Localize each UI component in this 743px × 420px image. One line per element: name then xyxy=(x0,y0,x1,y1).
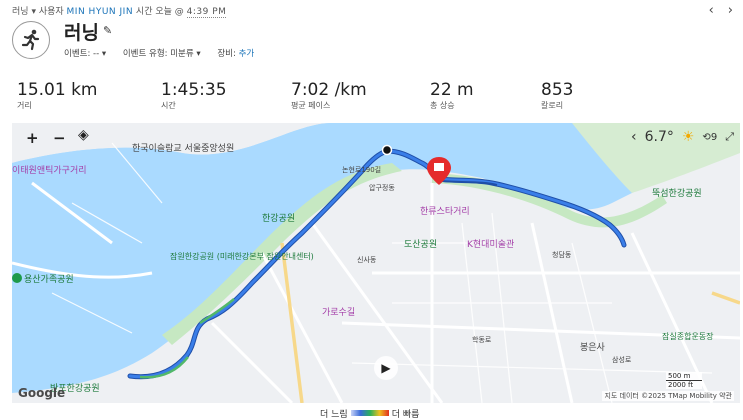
temperature: 6.7° xyxy=(644,129,674,145)
time-prefix: 시간 오늘 @ xyxy=(135,7,184,17)
map-label-jamsil: 잠실종합운동장 xyxy=(662,332,714,341)
gear-add-link[interactable]: 추가 xyxy=(239,49,255,59)
pace-gradient-bar xyxy=(350,410,389,416)
previous-icon[interactable]: ‹ xyxy=(709,3,714,18)
layers-icon[interactable]: ◈ xyxy=(78,127,89,143)
stat-value: 22 m xyxy=(430,80,474,100)
stat-ascent: 22 m 총 상승 xyxy=(430,80,474,111)
map-attribution[interactable]: 지도 데이터 ©2025 TMap Mobility 약관 xyxy=(602,391,734,401)
route-start-marker xyxy=(381,144,393,156)
map-label-yongsan-park: 용산가족공원 xyxy=(12,272,74,285)
google-logo: Google xyxy=(18,386,66,400)
stat-value: 15.01 km xyxy=(17,80,98,100)
stat-label: 총 상승 xyxy=(430,101,455,110)
play-route-button[interactable]: ▶ xyxy=(374,356,398,380)
stat-value: 1:45:35 xyxy=(161,80,227,100)
map-label-ttukseom: 뚝섬한강공원 xyxy=(652,189,702,199)
map-label-dosan-park: 도산공원 xyxy=(404,240,438,250)
stat-value: 7:02 /km xyxy=(291,80,367,100)
activity-meta: 이벤트: -- ▾ 이벤트 유형: 미분류 ▾ 장비: 추가 xyxy=(64,47,254,59)
stat-pace: 7:02 /km 평균 페이스 xyxy=(291,80,367,111)
pace-legend: 더 느림 더 빠름 xyxy=(320,407,419,420)
wind-speed: ⟲9 xyxy=(702,131,718,143)
map-label-hallyu-street: 한류스타거리 xyxy=(420,207,470,217)
running-person-icon xyxy=(21,29,40,51)
user-prefix: 사용자 xyxy=(38,7,64,17)
user-name-link[interactable]: MIN HYUN JIN xyxy=(67,7,134,17)
route-map[interactable]: + − ◈ ‹ 6.7° ☀ ⟲9 ⤢ 한국이슬람교 서울중앙성원 이태원앤틱가… xyxy=(12,123,740,403)
stat-label: 칼로리 xyxy=(541,101,564,110)
legend-fast: 더 빠름 xyxy=(391,410,420,420)
map-label-sinsa: 신사동 xyxy=(357,256,377,264)
event-dropdown[interactable]: 이벤트: -- ▾ xyxy=(64,49,106,59)
fullscreen-icon[interactable]: ⤢ xyxy=(725,130,734,144)
map-label-bongeunsa: 봉은사 xyxy=(580,343,605,353)
map-label-hakdong: 학동로 xyxy=(472,336,492,344)
map-label-apgujeong: 압구정동 xyxy=(369,184,395,192)
map-label-itaewon: 이태원앤틱가구거리 xyxy=(12,166,87,176)
zoom-out-button[interactable]: − xyxy=(53,129,66,147)
zoom-in-button[interactable]: + xyxy=(26,129,39,147)
edit-pencil-icon[interactable]: ✎ xyxy=(103,24,112,37)
chevron-left-icon[interactable]: ‹ xyxy=(631,129,637,145)
activity-title[interactable]: 러닝 xyxy=(64,18,99,45)
stat-value: 853 xyxy=(541,80,574,100)
stat-time: 1:45:35 시간 xyxy=(161,80,227,111)
stat-label: 평균 페이스 xyxy=(291,101,331,110)
weather-widget: ‹ 6.7° ☀ ⟲9 ⤢ xyxy=(631,129,734,145)
map-label-samseong: 삼성로 xyxy=(612,356,632,364)
sun-icon: ☀ xyxy=(681,129,695,145)
map-label-cheongdam: 청담동 xyxy=(552,251,572,259)
map-label-k-museum: K현대미술관 xyxy=(467,240,515,250)
map-label-garosu: 가로수길 xyxy=(322,308,356,318)
map-label-mosque: 한국이슬람교 서울중앙성원 xyxy=(132,144,235,154)
breadcrumb: 러닝 ▾ 사용자 MIN HYUN JIN 시간 오늘 @ 4:39 PM xyxy=(12,4,227,18)
activity-avatar xyxy=(12,21,50,59)
stat-label: 시간 xyxy=(161,101,176,110)
activity-time[interactable]: 4:39 PM xyxy=(186,7,227,18)
stat-calories: 853 칼로리 xyxy=(541,80,573,111)
map-label-road-190: 논현로190길 xyxy=(342,166,382,174)
stat-distance: 15.01 km 거리 xyxy=(17,80,97,111)
map-scale: 500 m 2000 ft xyxy=(666,372,702,389)
pager: ‹ › xyxy=(695,3,733,18)
next-icon[interactable]: › xyxy=(728,3,733,18)
map-label-jamwon: 잠원한강공원 (미래한강본부 잠원안내센터) xyxy=(170,252,314,261)
chevron-down-icon[interactable]: ▾ xyxy=(31,7,38,17)
event-type-dropdown[interactable]: 이벤트 유형: 미분류 ▾ xyxy=(123,49,201,59)
stat-label: 거리 xyxy=(17,101,32,110)
gear-label: 장비: xyxy=(217,49,236,59)
map-label-hangang-park: 한강공원 xyxy=(262,214,296,224)
activity-type-crumb[interactable]: 러닝 xyxy=(12,7,29,17)
legend-slow: 더 느림 xyxy=(320,410,348,420)
